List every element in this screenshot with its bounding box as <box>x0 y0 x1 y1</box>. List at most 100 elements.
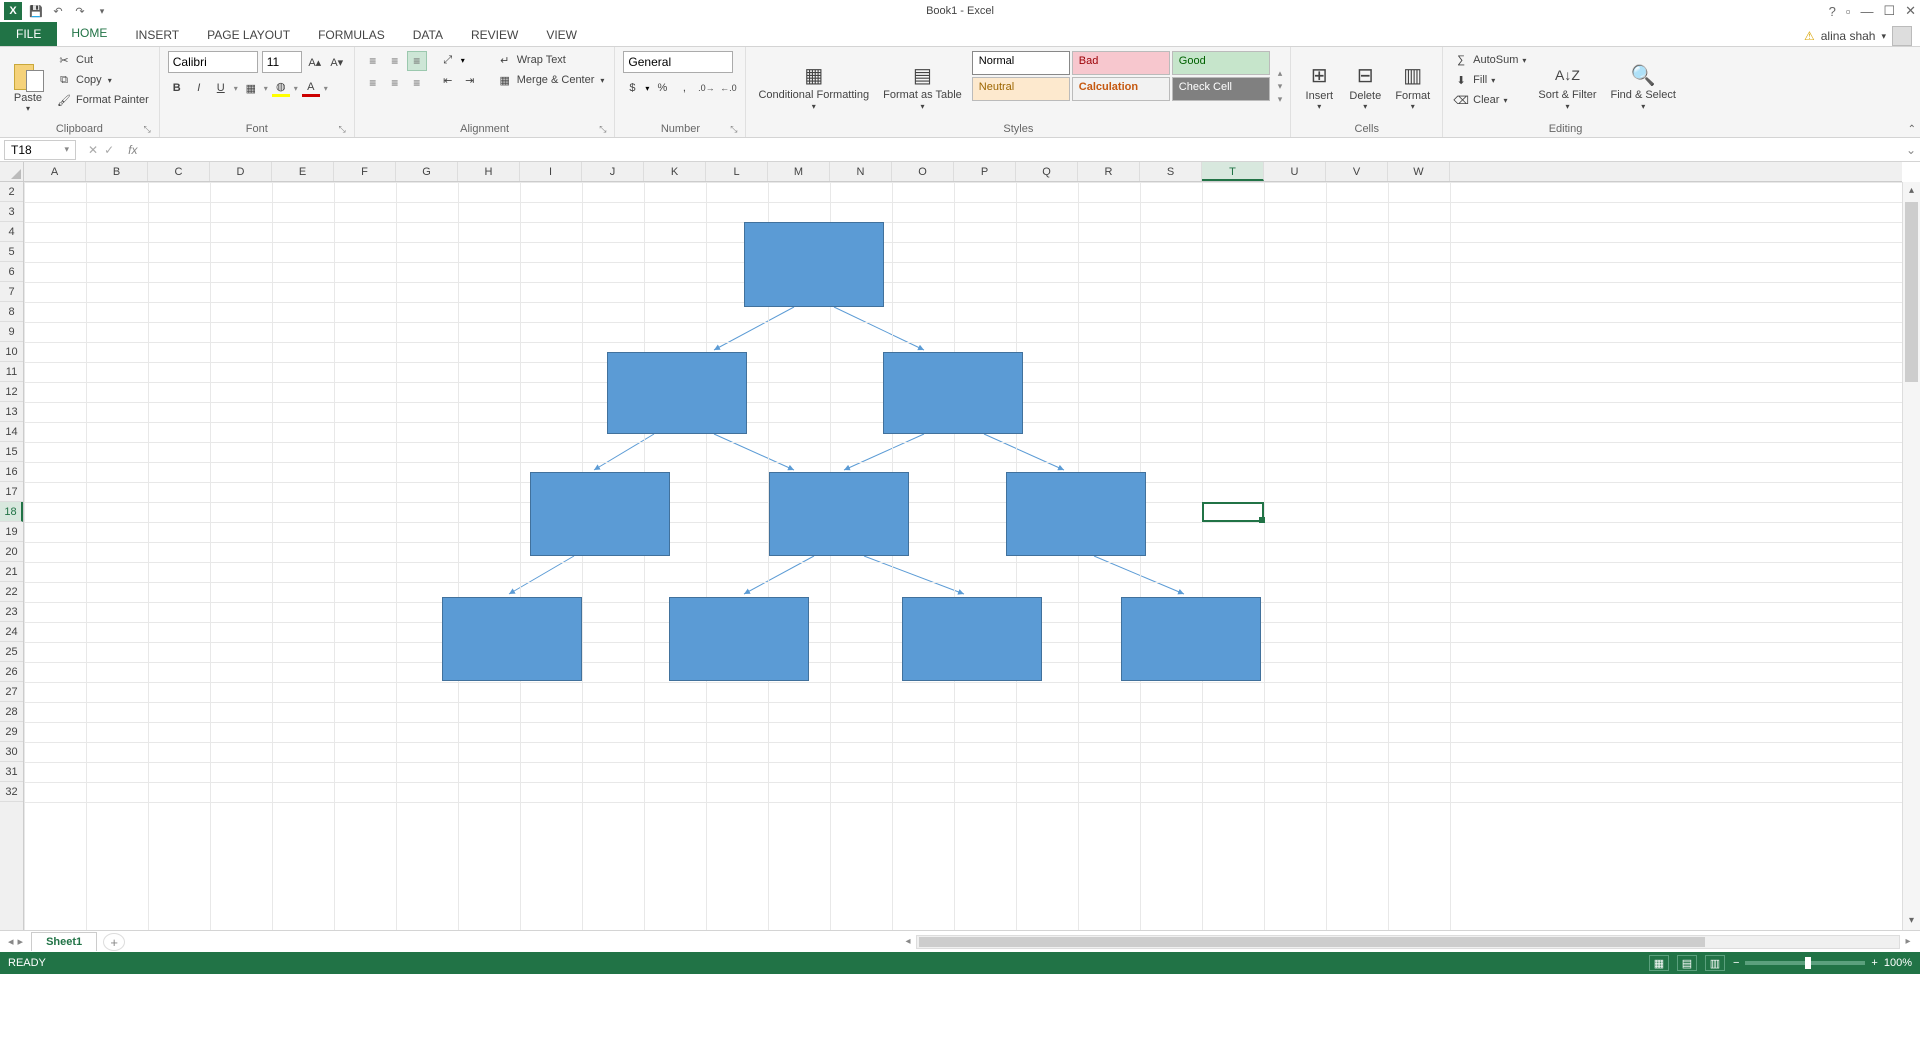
tab-view[interactable]: VIEW <box>532 24 591 46</box>
sheet-nav-prev-icon[interactable]: ◂ <box>8 935 14 948</box>
row-head-3[interactable]: 3 <box>0 202 23 222</box>
connector-arrow[interactable] <box>714 307 794 350</box>
close-icon[interactable]: ✕ <box>1905 3 1916 19</box>
scroll-down-icon[interactable]: ▾ <box>1903 912 1920 930</box>
row-headers[interactable]: 2345678910111213141516171819202122232425… <box>0 182 24 930</box>
merge-center-button[interactable]: ▦Merge & Center▾ <box>495 71 607 89</box>
row-head-17[interactable]: 17 <box>0 482 23 502</box>
connector-arrow[interactable] <box>834 307 924 350</box>
vertical-scrollbar[interactable]: ▴ ▾ <box>1902 182 1920 930</box>
col-head-I[interactable]: I <box>520 162 582 181</box>
col-head-B[interactable]: B <box>86 162 148 181</box>
tab-home[interactable]: HOME <box>57 22 121 46</box>
row-head-26[interactable]: 26 <box>0 662 23 682</box>
active-cell[interactable] <box>1202 502 1264 522</box>
col-head-F[interactable]: F <box>334 162 396 181</box>
row-head-29[interactable]: 29 <box>0 722 23 742</box>
minimize-icon[interactable]: — <box>1860 4 1873 19</box>
dialog-launcher-icon[interactable]: ⤡ <box>144 124 151 135</box>
grow-font-button[interactable]: A▴ <box>306 53 324 71</box>
row-head-14[interactable]: 14 <box>0 422 23 442</box>
gallery-up-icon[interactable]: ▴ <box>1278 68 1283 79</box>
connector-arrow[interactable] <box>594 434 654 470</box>
help-icon[interactable]: ? <box>1829 4 1836 19</box>
scroll-thumb[interactable] <box>1905 202 1918 382</box>
zoom-slider[interactable] <box>1745 961 1865 965</box>
col-head-L[interactable]: L <box>706 162 768 181</box>
format-cells-button[interactable]: ▥Format▾ <box>1391 51 1434 121</box>
rectangle-shape[interactable] <box>883 352 1023 434</box>
rectangle-shape[interactable] <box>744 222 884 307</box>
style-normal[interactable]: Normal <box>972 51 1070 75</box>
font-name-select[interactable] <box>168 51 258 73</box>
sheet-tab-sheet1[interactable]: Sheet1 <box>31 932 97 951</box>
fill-color-button[interactable]: ◍ <box>272 79 290 97</box>
col-head-S[interactable]: S <box>1140 162 1202 181</box>
decrease-indent-button[interactable]: ⇤ <box>439 71 457 89</box>
cells-area[interactable] <box>24 182 1902 930</box>
row-head-9[interactable]: 9 <box>0 322 23 342</box>
style-neutral[interactable]: Neutral <box>972 77 1070 101</box>
row-head-30[interactable]: 30 <box>0 742 23 762</box>
style-check-cell[interactable]: Check Cell <box>1172 77 1270 101</box>
paste-button[interactable]: Paste ▾ <box>8 51 48 121</box>
sheet-nav-next-icon[interactable]: ▸ <box>18 935 24 948</box>
connector-arrow[interactable] <box>844 434 924 470</box>
account-area[interactable]: ⚠ alina shah ▾ <box>1804 26 1912 46</box>
decrease-decimal-button[interactable]: ←.0 <box>719 79 737 97</box>
tab-page-layout[interactable]: PAGE LAYOUT <box>193 24 304 46</box>
col-head-T[interactable]: T <box>1202 162 1264 181</box>
row-head-27[interactable]: 27 <box>0 682 23 702</box>
hscroll-right-icon[interactable]: ▸ <box>1900 936 1916 947</box>
rectangle-shape[interactable] <box>669 597 809 681</box>
copy-button[interactable]: ⧉Copy▾ <box>54 71 151 89</box>
row-head-10[interactable]: 10 <box>0 342 23 362</box>
col-head-U[interactable]: U <box>1264 162 1326 181</box>
tab-file[interactable]: FILE <box>0 22 57 46</box>
col-head-G[interactable]: G <box>396 162 458 181</box>
bold-button[interactable]: B <box>168 79 186 97</box>
align-top-button[interactable]: ≡ <box>363 51 383 71</box>
rectangle-shape[interactable] <box>1006 472 1146 556</box>
dialog-launcher-icon[interactable]: ⤡ <box>599 124 606 135</box>
cell-styles-gallery[interactable]: Normal Bad Good Neutral Calculation Chec… <box>972 51 1270 121</box>
collapse-ribbon-icon[interactable]: ⌃ <box>1908 124 1916 135</box>
zoom-out-button[interactable]: − <box>1733 957 1739 969</box>
row-head-12[interactable]: 12 <box>0 382 23 402</box>
insert-cells-button[interactable]: ⊞Insert▾ <box>1299 51 1339 121</box>
dialog-launcher-icon[interactable]: ⤡ <box>730 124 737 135</box>
rectangle-shape[interactable] <box>902 597 1042 681</box>
underline-button[interactable]: U <box>212 79 230 97</box>
hscroll-thumb[interactable] <box>919 937 1705 947</box>
col-head-E[interactable]: E <box>272 162 334 181</box>
row-head-4[interactable]: 4 <box>0 222 23 242</box>
scroll-up-icon[interactable]: ▴ <box>1903 182 1920 200</box>
col-head-H[interactable]: H <box>458 162 520 181</box>
worksheet-grid[interactable]: ABCDEFGHIJKLMNOPQRSTUVW 2345678910111213… <box>0 162 1920 930</box>
row-head-19[interactable]: 19 <box>0 522 23 542</box>
increase-decimal-button[interactable]: .0→ <box>697 79 715 97</box>
col-head-J[interactable]: J <box>582 162 644 181</box>
align-left-button[interactable]: ≡ <box>363 73 383 93</box>
select-all-button[interactable] <box>0 162 24 182</box>
zoom-in-button[interactable]: + <box>1871 957 1877 969</box>
save-icon[interactable]: 💾 <box>28 3 44 19</box>
connector-arrow[interactable] <box>984 434 1064 470</box>
ribbon-display-icon[interactable]: ▫ <box>1846 4 1851 19</box>
redo-icon[interactable]: ↷ <box>72 3 88 19</box>
row-head-28[interactable]: 28 <box>0 702 23 722</box>
col-head-D[interactable]: D <box>210 162 272 181</box>
format-as-table-button[interactable]: ▤ Format as Table▾ <box>879 51 966 121</box>
expand-formula-bar-icon[interactable]: ⌄ <box>1902 143 1920 157</box>
row-head-22[interactable]: 22 <box>0 582 23 602</box>
align-center-button[interactable]: ≡ <box>385 73 405 93</box>
row-head-6[interactable]: 6 <box>0 262 23 282</box>
percent-button[interactable]: % <box>653 79 671 97</box>
wrap-text-button[interactable]: ↵Wrap Text <box>495 51 607 69</box>
col-head-C[interactable]: C <box>148 162 210 181</box>
row-head-15[interactable]: 15 <box>0 442 23 462</box>
font-size-select[interactable] <box>262 51 302 73</box>
dialog-launcher-icon[interactable]: ⤡ <box>339 124 346 135</box>
tab-formulas[interactable]: FORMULAS <box>304 24 399 46</box>
tab-insert[interactable]: INSERT <box>121 24 193 46</box>
